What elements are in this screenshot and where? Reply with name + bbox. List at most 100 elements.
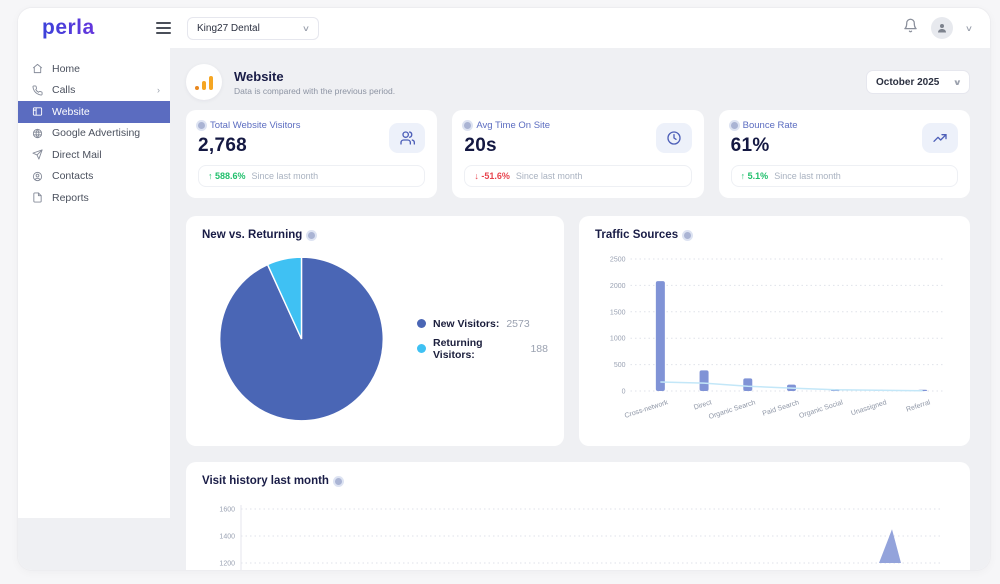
sidebar-item-label: Contacts <box>52 170 94 183</box>
svg-text:Cross-network: Cross-network <box>624 399 670 420</box>
sidebar-item-contacts[interactable]: Contacts <box>18 166 170 188</box>
sidebar-item-calls[interactable]: Calls › <box>18 80 170 102</box>
practice-selector-value: King27 Dental <box>197 22 260 34</box>
sidebar-item-label: Calls <box>52 84 76 97</box>
delta-box: ↑ 5.1% Since last month <box>730 165 958 187</box>
stat-label: Avg Time On Site <box>476 120 551 131</box>
legend-dot <box>416 344 426 353</box>
sidebar-item-google-advertising[interactable]: Google Advertising <box>18 123 170 145</box>
pie-legend: New Visitors: 2573 Returning Visitors: 188 <box>416 317 548 361</box>
ads-icon <box>32 128 43 138</box>
sidebar: Home Calls › Website Google Advertising … <box>18 48 170 518</box>
period-selector[interactable]: October 2025 ∨ <box>866 70 970 94</box>
sidebar-item-label: Reports <box>52 191 89 204</box>
traffic-sources-bar-chart[interactable]: 05001000150020002500Cross-network DirectO… <box>595 249 954 431</box>
send-icon <box>32 149 43 160</box>
stat-label: Bounce Rate <box>742 120 798 131</box>
page-subtitle: Data is compared with the previous perio… <box>234 85 396 96</box>
svg-text:Organic Search: Organic Search <box>708 399 757 421</box>
svg-text:1000: 1000 <box>610 336 626 343</box>
visit-history-title: Visit history last month <box>202 475 329 487</box>
hamburger-menu-icon[interactable] <box>156 22 171 34</box>
stat-card-total-visitors: Total Website Visitors 2,768 ↑ 588.6% Si… <box>186 110 438 198</box>
svg-text:2500: 2500 <box>610 257 626 264</box>
pie-chart-card: New vs. Returning New Visitors: 2573 Retur… <box>186 216 564 446</box>
delta-value: ↑ 5.1% <box>740 171 769 181</box>
delta-note: Since last month <box>774 171 841 181</box>
chevron-down-icon: ∨ <box>301 23 311 33</box>
delta-note: Since last month <box>251 171 319 181</box>
chevron-right-icon: › <box>157 85 160 96</box>
delta-value: ↓ -51.6% <box>474 171 510 181</box>
svg-text:1400: 1400 <box>219 534 235 541</box>
svg-text:Referral: Referral <box>905 399 931 413</box>
practice-selector[interactable]: King27 Dental ∨ <box>187 16 319 40</box>
delta-box: ↓ -51.6% Since last month <box>464 165 692 187</box>
legend-value: 2573 <box>506 317 530 330</box>
main-content: Website Data is compared with the previo… <box>170 48 990 570</box>
stat-label: Total Website Visitors <box>210 120 301 131</box>
trend-up-icon <box>921 123 958 153</box>
clock-icon <box>655 123 692 153</box>
chevron-down-icon: ∨ <box>952 77 962 87</box>
info-icon <box>684 231 692 239</box>
info-icon <box>334 477 342 485</box>
svg-text:0: 0 <box>622 389 626 396</box>
users-icon <box>389 123 426 153</box>
sidebar-item-label: Website <box>52 105 90 118</box>
sidebar-item-home[interactable]: Home <box>18 58 170 80</box>
bar-chart-card: Traffic Sources 0 500 1000 1500 2000 2500 Cros… <box>579 216 970 446</box>
page-title: Website <box>234 68 284 84</box>
bar-chart-title: Traffic Sources <box>595 229 679 241</box>
avatar[interactable] <box>931 17 954 39</box>
info-icon <box>464 122 472 129</box>
new-vs-returning-pie[interactable] <box>216 251 387 427</box>
contacts-icon <box>32 171 43 181</box>
topbar: perla King27 Dental ∨ ∨ <box>18 8 990 48</box>
sidebar-item-label: Google Advertising <box>52 127 141 140</box>
analytics-icon <box>186 64 222 100</box>
legend-dot <box>416 319 426 328</box>
app-body: Home Calls › Website Google Advertising … <box>18 48 990 570</box>
reports-icon <box>33 192 42 203</box>
window-icon <box>32 107 43 116</box>
stat-card-avg-time: Avg Time On Site 20s ↓ -51.6% Since last… <box>452 110 704 198</box>
svg-text:Unassigned: Unassigned <box>850 399 887 417</box>
phone-icon <box>32 85 43 96</box>
delta-value: ↑ 588.6% <box>208 171 246 181</box>
period-selector-value: October 2025 <box>876 76 940 88</box>
svg-text:2000: 2000 <box>610 283 626 290</box>
delta-box: ↑ 588.6% Since last month <box>198 165 426 187</box>
bell-icon[interactable] <box>903 18 918 38</box>
svg-text:1600: 1600 <box>219 507 235 514</box>
svg-text:1200: 1200 <box>219 561 235 568</box>
visit-history-card: Visit history last month 1600 1400 1200 <box>186 462 970 570</box>
section-header: Website Data is compared with the previo… <box>186 60 970 104</box>
charts-row: New vs. Returning New Visitors: 2573 Retur… <box>186 216 970 446</box>
perla-logo: perla <box>26 16 148 40</box>
legend-value: 188 <box>530 342 548 355</box>
svg-text:Organic Social: Organic Social <box>798 399 844 420</box>
sidebar-item-direct-mail[interactable]: Direct Mail <box>18 144 170 166</box>
info-icon <box>308 231 316 239</box>
legend-item: New Visitors: 2573 <box>416 317 548 330</box>
info-icon <box>198 122 205 129</box>
visit-history-area-chart[interactable]: 1600 1400 1200 <box>202 495 954 570</box>
svg-text:500: 500 <box>614 362 626 369</box>
legend-label: Returning Visitors: <box>432 336 483 361</box>
svg-text:Paid Search: Paid Search <box>762 399 801 417</box>
sidebar-item-label: Direct Mail <box>52 148 102 161</box>
home-icon <box>32 64 43 74</box>
legend-item: Returning Visitors: 188 <box>416 336 548 361</box>
sidebar-item-website[interactable]: Website <box>18 101 170 123</box>
svg-text:Direct: Direct <box>693 399 713 411</box>
sidebar-item-reports[interactable]: Reports <box>18 187 170 209</box>
legend-label: New Visitors: <box>432 317 500 330</box>
stat-card-bounce-rate: Bounce Rate 61% ↑ 5.1% Since last month <box>718 110 970 198</box>
pie-chart-title: New vs. Returning <box>202 229 303 241</box>
caret-down-icon[interactable]: ∨ <box>965 24 973 33</box>
app-window: perla King27 Dental ∨ ∨ Home Calls › Web… <box>18 8 990 570</box>
info-icon <box>730 122 738 129</box>
delta-note: Since last month <box>515 171 583 181</box>
svg-text:1500: 1500 <box>610 309 626 316</box>
